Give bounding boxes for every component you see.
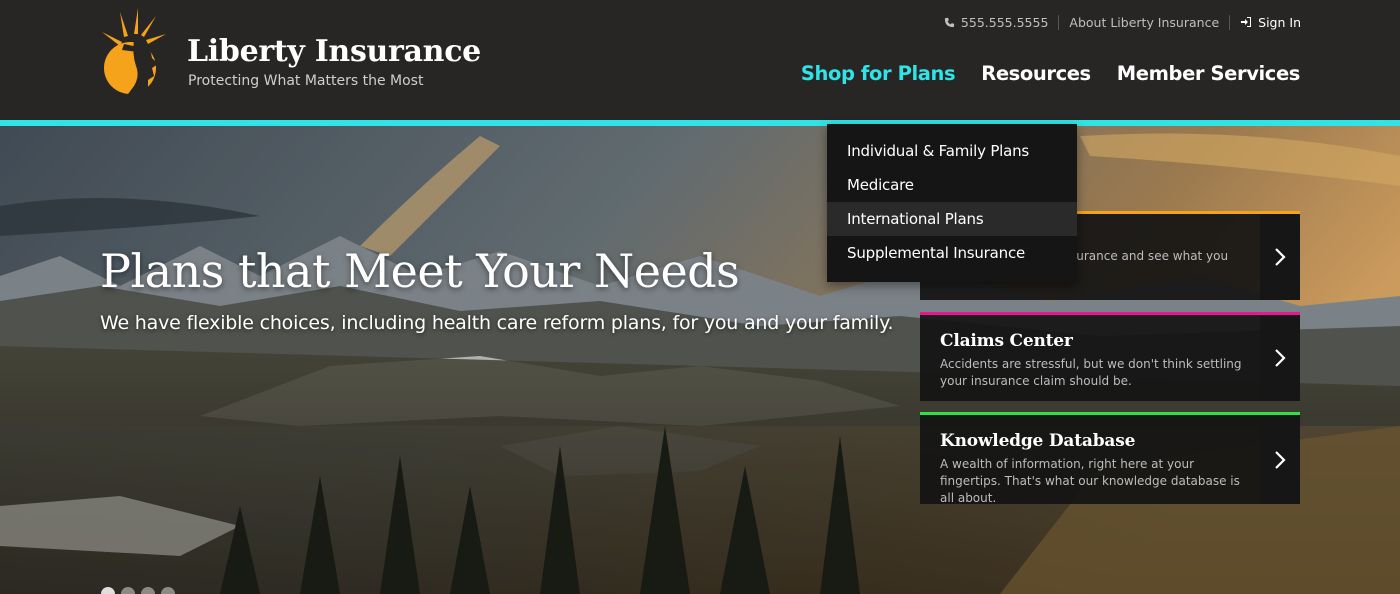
about-link[interactable]: About Liberty Insurance xyxy=(1058,14,1229,30)
chevron-right-icon xyxy=(1275,349,1286,367)
slider-dot[interactable] xyxy=(141,587,155,594)
card-title: Knowledge Database xyxy=(940,431,1136,451)
dropdown-item-international[interactable]: International Plans xyxy=(827,202,1077,236)
liberty-logo-icon[interactable] xyxy=(98,6,176,98)
site-header: Liberty Insurance Protecting What Matter… xyxy=(0,0,1400,120)
main-nav: Shop for Plans Resources Member Services xyxy=(801,62,1301,85)
card-claims-center[interactable]: Claims Center Accidents are stressful, b… xyxy=(920,312,1300,401)
nav-resources[interactable]: Resources xyxy=(981,62,1091,85)
phone-number: 555.555.5555 xyxy=(960,14,1049,30)
card-description: Accidents are stressful, but we don't th… xyxy=(940,357,1242,388)
shop-plans-dropdown: Individual & Family Plans Medicare Inter… xyxy=(827,124,1077,282)
slider-pagination xyxy=(101,587,175,594)
slider-dot[interactable] xyxy=(161,587,175,594)
card-knowledge-database[interactable]: Knowledge Database A wealth of informati… xyxy=(920,412,1300,505)
about-label: About Liberty Insurance xyxy=(1069,14,1220,30)
phone-link[interactable]: 555.555.5555 xyxy=(934,15,1058,30)
dropdown-item-supplemental[interactable]: Supplemental Insurance xyxy=(827,236,1077,270)
slider-dot[interactable] xyxy=(121,587,135,594)
phone-icon xyxy=(944,17,955,27)
sign-in-link[interactable]: Sign In xyxy=(1229,14,1301,30)
brand-tagline: Protecting What Matters the Most xyxy=(188,73,424,89)
card-arrow-button[interactable] xyxy=(1260,415,1300,504)
slider-dot[interactable] xyxy=(101,587,115,594)
brand-title[interactable]: Liberty Insurance xyxy=(187,34,481,69)
nav-shop-for-plans[interactable]: Shop for Plans xyxy=(801,62,956,85)
utility-nav: 555.555.5555 About Liberty Insurance Sig… xyxy=(934,12,1301,32)
hero-title: Plans that Meet Your Needs xyxy=(100,244,740,298)
chevron-right-icon xyxy=(1275,450,1286,469)
dropdown-item-medicare[interactable]: Medicare xyxy=(827,168,1077,202)
sign-in-icon xyxy=(1241,17,1252,27)
sign-in-label: Sign In xyxy=(1258,14,1301,30)
card-arrow-button[interactable] xyxy=(1260,214,1300,300)
chevron-right-icon xyxy=(1275,248,1286,266)
card-title: Claims Center xyxy=(940,331,1073,351)
nav-member-services[interactable]: Member Services xyxy=(1117,62,1301,85)
hero-subtitle: We have flexible choices, including heal… xyxy=(100,312,894,334)
card-description: A wealth of information, right here at y… xyxy=(940,457,1240,505)
dropdown-item-individual-family[interactable]: Individual & Family Plans xyxy=(827,134,1077,168)
card-arrow-button[interactable] xyxy=(1260,315,1300,401)
